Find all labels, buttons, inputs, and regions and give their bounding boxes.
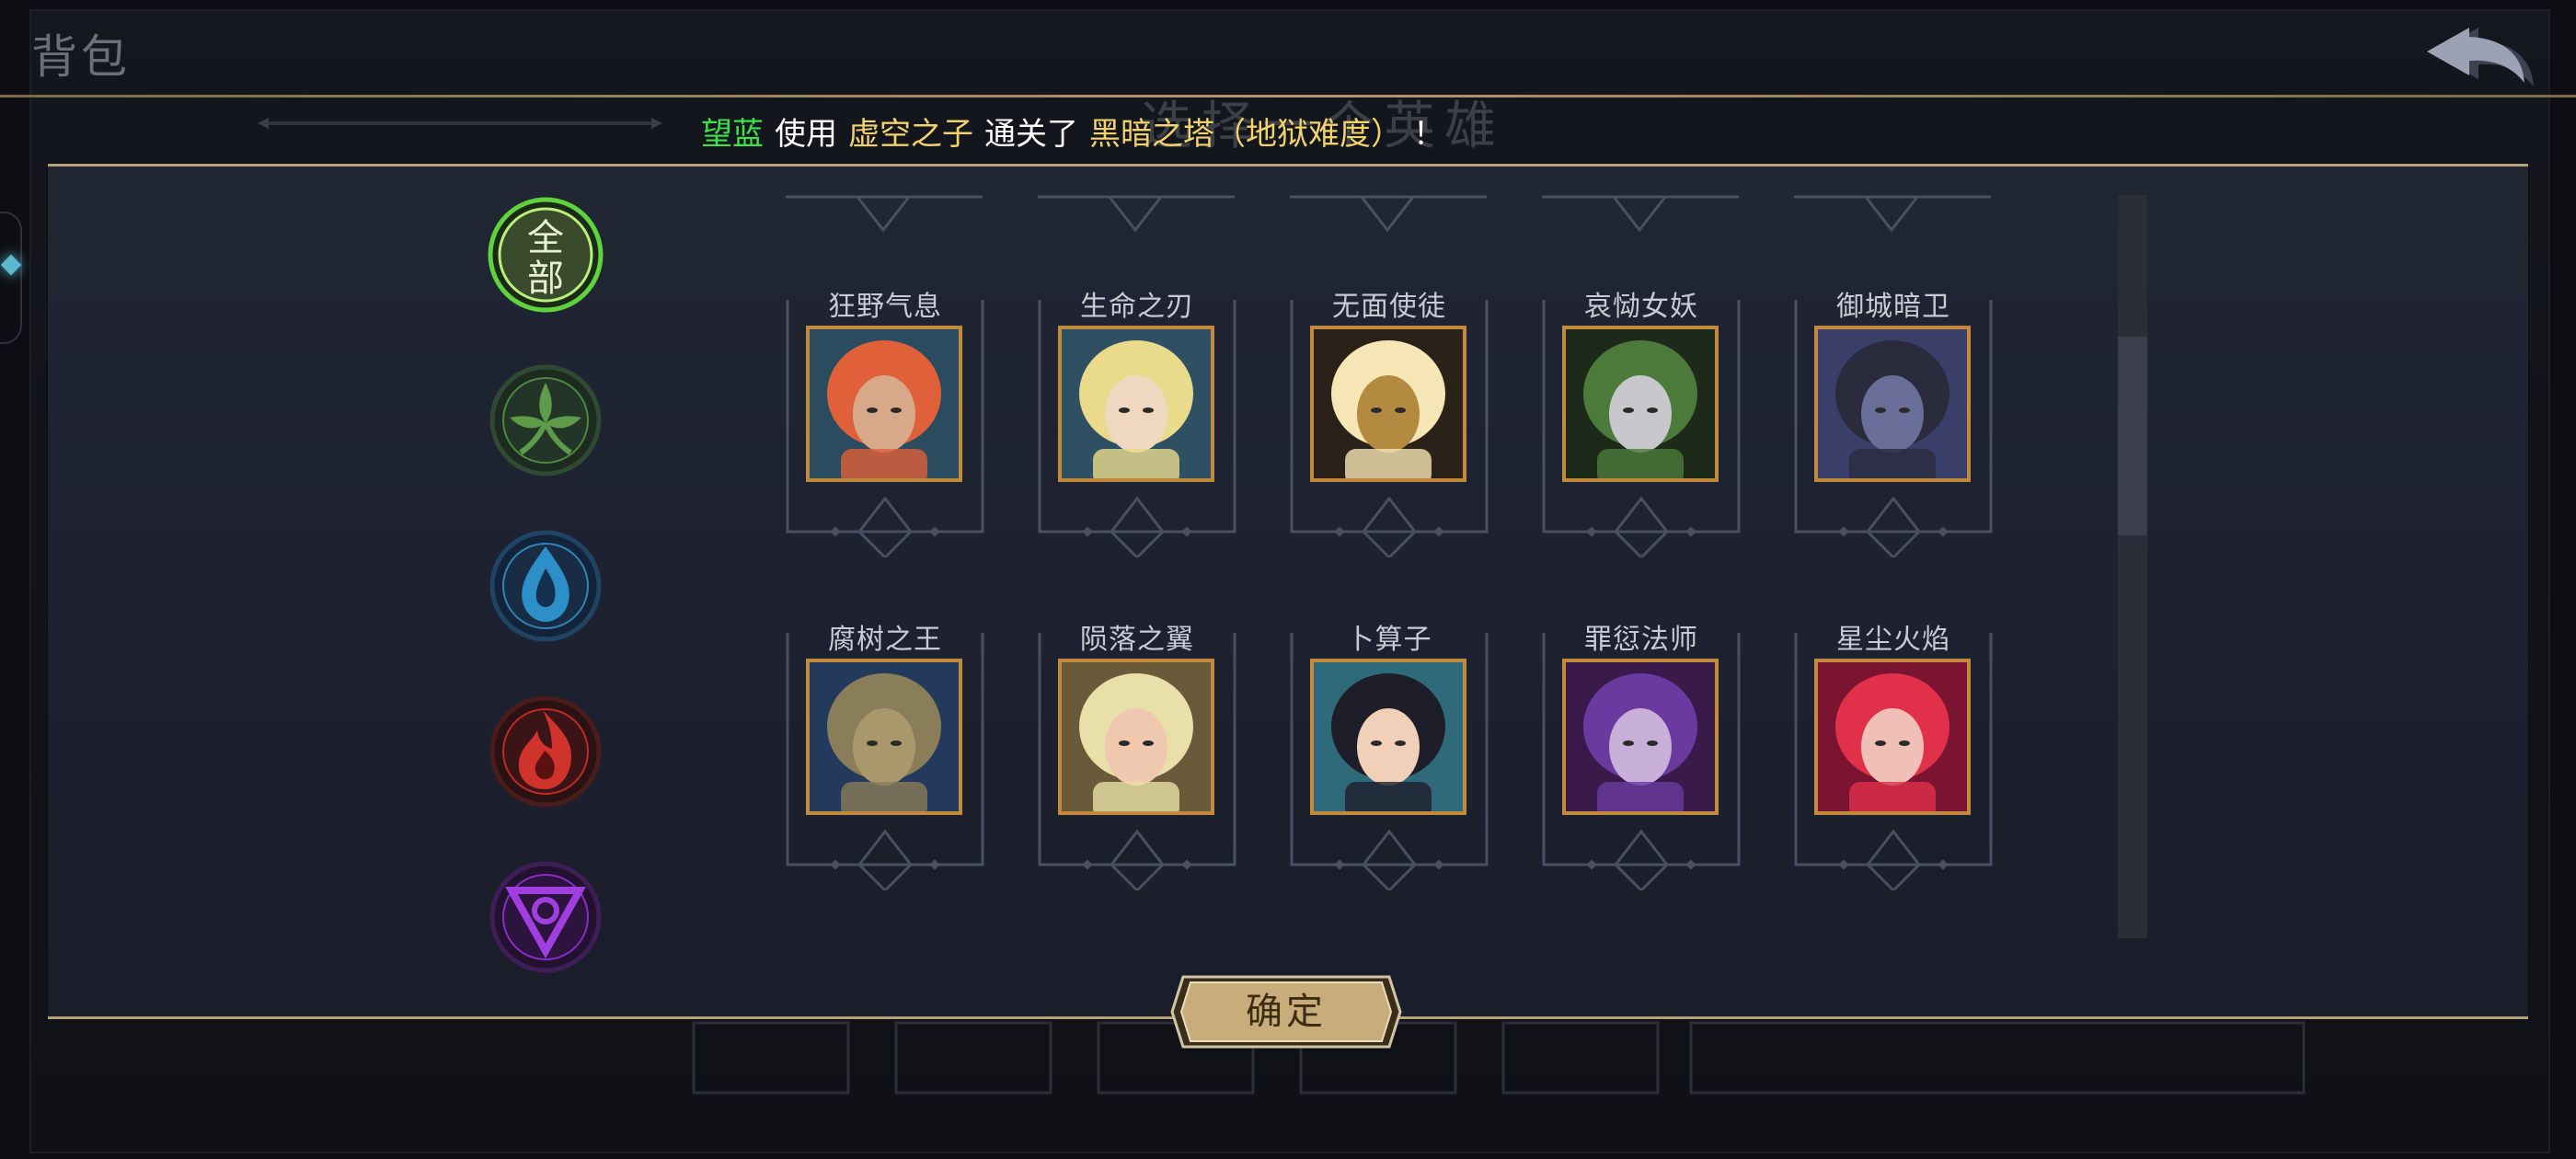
broadcast-verb-use: 使用 xyxy=(775,116,837,153)
background-slot-frames xyxy=(692,1021,2306,1095)
confirm-button[interactable]: 确定 xyxy=(1170,973,1402,1050)
header-divider xyxy=(0,95,2576,98)
hero-card[interactable]: 卜算子 xyxy=(1288,624,1490,890)
hero-card[interactable]: 腐树之王 xyxy=(784,624,986,890)
leaf-faction-icon xyxy=(489,364,602,476)
filter-fire-button[interactable] xyxy=(488,694,604,809)
hero-portrait xyxy=(1562,659,1719,815)
filter-void-button[interactable] xyxy=(488,859,604,975)
hero-card[interactable]: 狂野气息 xyxy=(784,291,986,557)
hero-name: 生命之刃 xyxy=(1080,291,1194,323)
hero-card[interactable]: 御城暗卫 xyxy=(1792,291,1995,557)
hero-name: 卜算子 xyxy=(1346,624,1432,656)
banshee-portrait xyxy=(1566,329,1715,478)
filter-all-button[interactable]: 全 部 xyxy=(488,197,604,313)
hero-card[interactable]: 哀恸女妖 xyxy=(1540,291,1742,557)
dark-guard-portrait xyxy=(1818,329,1967,478)
hero-card[interactable]: 无面使徒 xyxy=(1288,291,1490,557)
broadcast-message: 望蓝 使用 虚空之子 通关了 黑暗之塔（地狱难度） ！ xyxy=(701,109,1455,160)
hero-name: 罪愆法师 xyxy=(1584,624,1698,656)
sin-mage-portrait xyxy=(1566,662,1715,811)
broadcast-verb-clear: 通关了 xyxy=(984,116,1078,153)
filter-nature-button[interactable] xyxy=(488,362,604,478)
hero-name: 哀恸女妖 xyxy=(1584,291,1698,323)
fire-faction-icon xyxy=(489,695,602,808)
all-faction-icon: 全 部 xyxy=(488,197,604,313)
hero-name: 腐树之王 xyxy=(828,624,942,656)
blonde-elf-portrait xyxy=(1062,329,1211,478)
hero-portrait xyxy=(1058,326,1214,482)
faceless-lantern-portrait xyxy=(1314,329,1463,478)
hero-list-scroll-thumb[interactable] xyxy=(2118,337,2147,535)
fallen-wing-portrait xyxy=(1062,662,1211,811)
left-edge-decoration xyxy=(0,212,22,344)
broadcast-stage: 黑暗之塔（地狱难度） xyxy=(1089,116,1402,153)
hero-name: 无面使徒 xyxy=(1332,291,1446,323)
hero-name: 御城暗卫 xyxy=(1836,291,1950,323)
water-faction-icon xyxy=(489,530,602,642)
hero-portrait xyxy=(806,326,962,482)
hero-name: 狂野气息 xyxy=(828,291,942,323)
hero-portrait xyxy=(1310,326,1466,482)
header-arrow-decoration xyxy=(258,118,662,129)
hero-card[interactable]: 罪愆法师 xyxy=(1540,624,1742,890)
broadcast-player: 望蓝 xyxy=(701,116,764,153)
scrolled-card-remnants xyxy=(786,195,1991,233)
hero-portrait xyxy=(1562,326,1719,482)
hero-list-scrollbar[interactable] xyxy=(2118,195,2147,938)
hero-portrait xyxy=(1814,659,1971,815)
hero-portrait xyxy=(1814,326,1971,482)
broadcast-hero: 虚空之子 xyxy=(848,116,973,153)
red-haired-warrior-portrait xyxy=(810,329,959,478)
hero-name: 星尘火焰 xyxy=(1836,624,1950,656)
hero-portrait xyxy=(806,659,962,815)
void-faction-icon xyxy=(489,861,602,973)
hero-card[interactable]: 星尘火焰 xyxy=(1792,624,1995,890)
tree-king-portrait xyxy=(810,662,959,811)
hero-portrait xyxy=(1058,659,1214,815)
hero-card[interactable]: 生命之刃 xyxy=(1036,291,1238,557)
stardust-flame-portrait xyxy=(1818,662,1967,811)
filter-all-label-1: 全 xyxy=(527,217,564,259)
hero-card[interactable]: 陨落之翼 xyxy=(1036,624,1238,890)
window-title: 背包 xyxy=(31,30,131,84)
hero-name: 陨落之翼 xyxy=(1080,624,1194,656)
filter-water-button[interactable] xyxy=(488,528,604,644)
confirm-button-label: 确定 xyxy=(1246,991,1327,1033)
filter-all-label-2: 部 xyxy=(527,258,564,300)
hero-portrait xyxy=(1310,659,1466,815)
back-arrow-icon[interactable] xyxy=(2425,22,2548,90)
diviner-portrait xyxy=(1314,662,1463,811)
broadcast-end: ！ xyxy=(1413,116,1444,153)
